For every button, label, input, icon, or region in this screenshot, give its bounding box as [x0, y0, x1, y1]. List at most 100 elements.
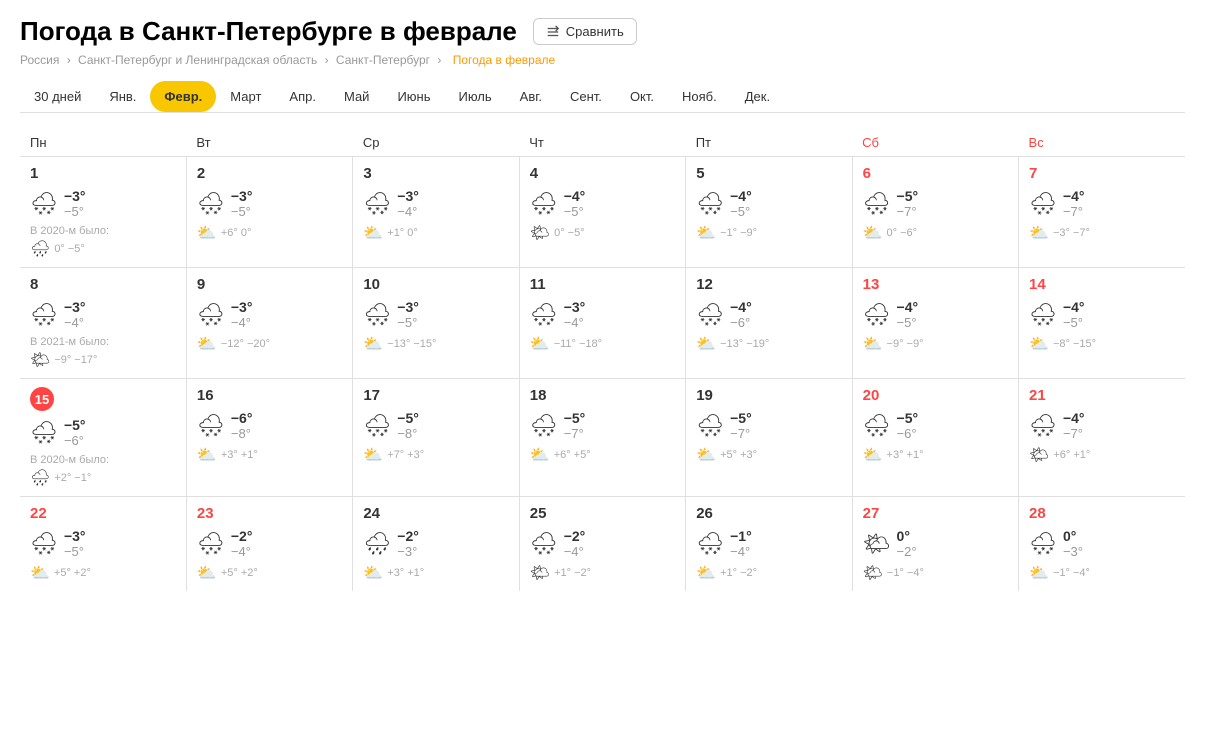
weather-icon: 🌨 — [530, 193, 558, 215]
prev-year-weather-icon: ⛅ — [363, 334, 383, 354]
day-number: 23 — [197, 505, 342, 522]
day-number-today: 15 — [30, 387, 54, 411]
calendar-cell: 19🌨−5°−7°⛅+5° +3° — [686, 379, 852, 497]
calendar-cell: 27🌤0°−2°🌤−1° −4° — [852, 497, 1018, 592]
calendar-cell: 25🌨−2°−4°🌤+1° −2° — [519, 497, 685, 592]
month-tab-9[interactable]: Сент. — [556, 81, 616, 112]
temp-high: −3° — [64, 299, 86, 315]
calendar-cell: 11🌨−3°−4°⛅−11° −18° — [519, 268, 685, 379]
temp-low: −4° — [564, 544, 586, 559]
temp-high: −3° — [231, 188, 253, 204]
day-number: 24 — [363, 505, 508, 522]
prev-year-label: В 2020-м было: — [30, 454, 176, 466]
day-number: 27 — [863, 505, 1008, 522]
day-number: 28 — [1029, 505, 1175, 522]
breadcrumb-region[interactable]: Санкт-Петербург и Ленинградская область — [78, 53, 317, 67]
prev-year-temps: +1° −2° — [720, 567, 757, 579]
prev-year-label: В 2020-м было: — [30, 225, 176, 237]
temp-low: −5° — [231, 204, 253, 219]
month-tab-7[interactable]: Июль — [444, 81, 505, 112]
month-tab-1[interactable]: Янв. — [95, 81, 150, 112]
weather-icon: 🌨 — [197, 415, 225, 437]
month-tab-3[interactable]: Март — [216, 81, 275, 112]
calendar-cell: 16🌨−6°−8°⛅+3° +1° — [186, 379, 352, 497]
month-tabs: 30 днейЯнв.Февр.МартАпр.МайИюньИюльАвг.С… — [20, 81, 1185, 113]
prev-year-weather-icon: ⛅ — [197, 334, 217, 354]
prev-year-weather-icon: 🌤 — [530, 223, 550, 243]
day-number: 10 — [363, 276, 508, 293]
weather-icon: 🌨 — [363, 304, 391, 326]
compare-icon — [546, 25, 560, 39]
day-number: 6 — [863, 165, 1008, 182]
compare-button[interactable]: Сравнить — [533, 18, 637, 45]
prev-year-temps: +5° +2° — [221, 567, 258, 579]
temp-low: −3° — [1063, 544, 1083, 559]
calendar-cell: 14🌨−4°−5°⛅−8° −15° — [1019, 268, 1185, 379]
temp-high: −5° — [897, 188, 919, 204]
calendar-cell: 2🌨−3°−5°⛅+6° 0° — [186, 157, 352, 268]
temp-high: −3° — [564, 299, 586, 315]
weather-icon: 🌨 — [1029, 193, 1057, 215]
temp-high: −5° — [64, 417, 86, 433]
temp-high: −4° — [730, 299, 752, 315]
month-tab-5[interactable]: Май — [330, 81, 383, 112]
month-tab-2[interactable]: Февр. — [150, 81, 216, 112]
breadcrumb-country[interactable]: Россия — [20, 53, 59, 67]
prev-year-weather-icon: ⛅ — [197, 445, 217, 465]
prev-year-temps: −12° −20° — [221, 338, 270, 350]
prev-year-weather-icon: ⛅ — [197, 223, 217, 243]
month-tab-4[interactable]: Апр. — [275, 81, 330, 112]
prev-year-temps: −1° −4° — [1053, 567, 1090, 579]
prev-year-temps: +5° +3° — [720, 449, 757, 461]
prev-year-temps: +6° 0° — [221, 227, 252, 239]
breadcrumb-city[interactable]: Санкт-Петербург — [336, 53, 430, 67]
calendar-cell: 8🌨−3°−4°В 2021-м было:🌤−9° −17° — [20, 268, 186, 379]
month-tab-6[interactable]: Июнь — [383, 81, 444, 112]
temp-high: −5° — [897, 410, 919, 426]
temp-low: −4° — [564, 315, 586, 330]
weekday-header-вт: Вт — [186, 129, 352, 157]
weather-icon: 🌨 — [197, 533, 225, 555]
calendar-cell: 15🌨−5°−6°В 2020-м было:🌧+2° −1° — [20, 379, 186, 497]
prev-year-weather-icon: ⛅ — [1029, 223, 1049, 243]
day-number: 12 — [696, 276, 841, 293]
prev-year-weather-icon: ⛅ — [1029, 334, 1049, 354]
prev-year-weather-icon: ⛅ — [863, 223, 883, 243]
temp-high: −6° — [231, 410, 253, 426]
prev-year-weather-icon: ⛅ — [363, 445, 383, 465]
prev-year-temps: −1° −9° — [720, 227, 757, 239]
prev-year-weather-icon: 🌤 — [530, 563, 550, 583]
calendar-cell: 22🌨−3°−5°⛅+5° +2° — [20, 497, 186, 592]
month-tab-10[interactable]: Окт. — [616, 81, 668, 112]
weather-icon: 🌨 — [1029, 533, 1057, 555]
temp-low: −7° — [1063, 204, 1085, 219]
month-tab-0[interactable]: 30 дней — [20, 81, 95, 112]
weekday-header-пн: Пн — [20, 129, 186, 157]
weekday-header-чт: Чт — [519, 129, 685, 157]
prev-year-weather-icon: ⛅ — [30, 563, 50, 583]
temp-high: −2° — [397, 528, 419, 544]
prev-year-temps: +1° −2° — [554, 567, 591, 579]
temp-low: −3° — [397, 544, 419, 559]
temp-low: −5° — [64, 204, 86, 219]
calendar-cell: 12🌨−4°−6°⛅−13° −19° — [686, 268, 852, 379]
month-tab-8[interactable]: Авг. — [506, 81, 556, 112]
temp-low: −4° — [397, 204, 419, 219]
temp-high: 0° — [1063, 528, 1083, 544]
prev-year-weather-icon: 🌤 — [863, 563, 883, 583]
prev-year-weather-icon: ⛅ — [696, 563, 716, 583]
month-tab-11[interactable]: Нояб. — [668, 81, 731, 112]
calendar: ПнВтСрЧтПтСбВс1🌨−3°−5°В 2020-м было:🌧0° … — [20, 129, 1185, 591]
prev-year-weather-icon: ⛅ — [530, 334, 550, 354]
weather-icon: 🌨 — [30, 422, 58, 444]
day-number: 7 — [1029, 165, 1175, 182]
calendar-cell: 20🌨−5°−6°⛅+3° +1° — [852, 379, 1018, 497]
prev-year-weather-icon: 🌤 — [1029, 445, 1049, 465]
day-number: 17 — [363, 387, 508, 404]
temp-low: −5° — [730, 204, 752, 219]
prev-year-weather-icon: ⛅ — [530, 445, 550, 465]
temp-high: −5° — [397, 410, 419, 426]
temp-low: −7° — [1063, 426, 1085, 441]
weather-icon: 🌨 — [363, 415, 391, 437]
month-tab-12[interactable]: Дек. — [731, 81, 784, 112]
